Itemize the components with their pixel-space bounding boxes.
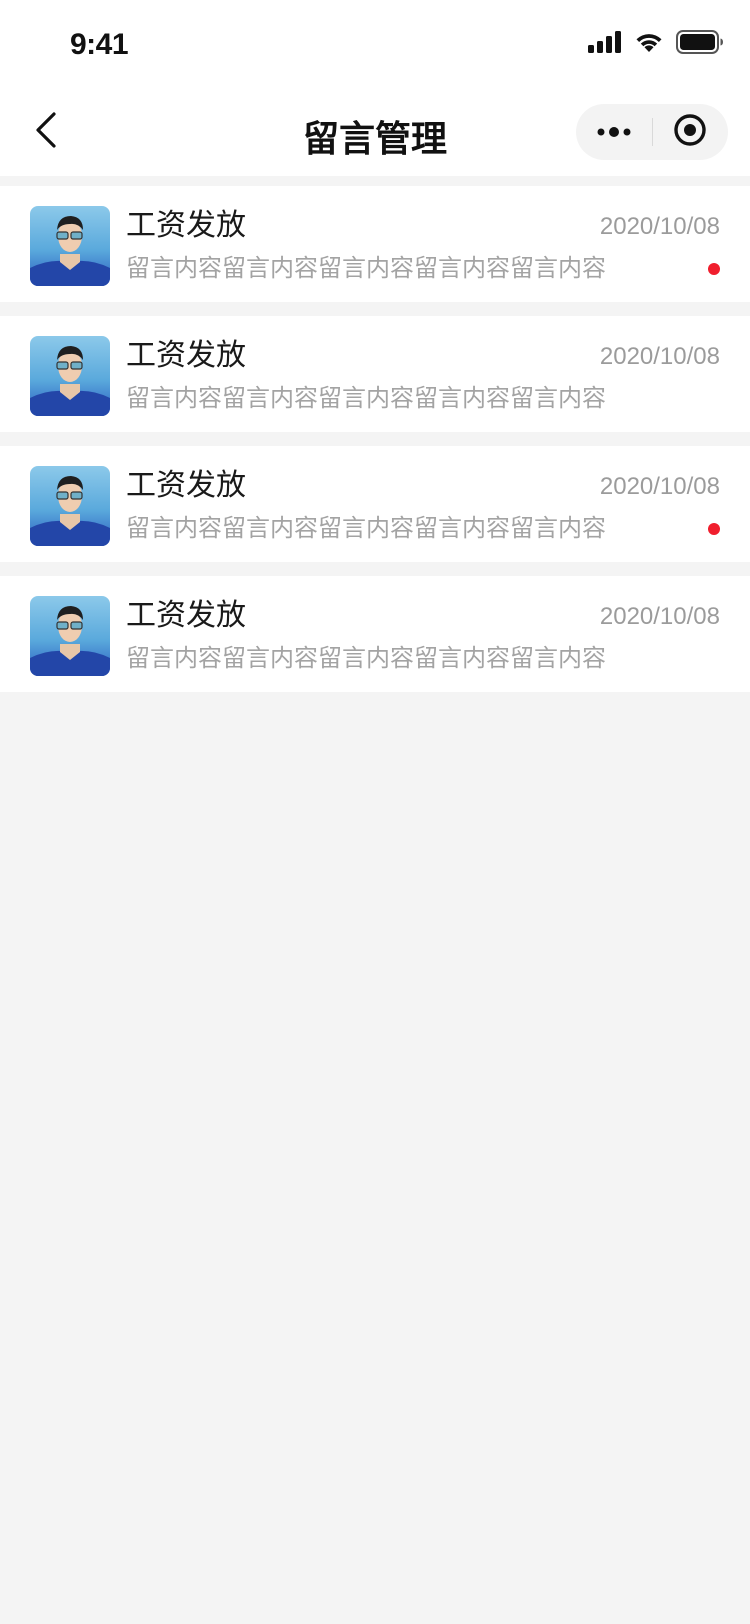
mini-program-capsule (576, 104, 728, 160)
list-item[interactable]: 工资发放 2020/10/08 留言内容留言内容留言内容留言内容留言内容 (0, 446, 750, 562)
page: 9:41 留言管理 工资发放 2020/10/08 留言内容留言内容留言内容留言… (0, 0, 750, 1624)
message-preview: 留言内容留言内容留言内容留言内容留言内容 (126, 254, 606, 282)
wifi-icon (634, 31, 664, 57)
avatar (30, 336, 110, 416)
message-title: 工资发放 (126, 598, 246, 633)
message-preview: 留言内容留言内容留言内容留言内容留言内容 (126, 644, 606, 672)
message-title: 工资发放 (126, 338, 246, 373)
avatar (30, 206, 110, 286)
message-date: 2020/10/08 (599, 603, 720, 630)
message-title: 工资发放 (126, 208, 246, 243)
avatar (30, 596, 110, 676)
message-date: 2020/10/08 (599, 343, 720, 370)
list-item[interactable]: 工资发放 2020/10/08 留言内容留言内容留言内容留言内容留言内容 (0, 576, 750, 692)
message-list: 工资发放 2020/10/08 留言内容留言内容留言内容留言内容留言内容 工资发… (0, 186, 750, 706)
list-item[interactable]: 工资发放 2020/10/08 留言内容留言内容留言内容留言内容留言内容 (0, 316, 750, 432)
message-date: 2020/10/08 (599, 213, 720, 240)
unread-dot (708, 263, 720, 275)
message-preview: 留言内容留言内容留言内容留言内容留言内容 (126, 514, 606, 542)
status-bar: 9:41 (0, 0, 750, 88)
message-date: 2020/10/08 (599, 473, 720, 500)
avatar (30, 466, 110, 546)
close-program-button[interactable] (653, 104, 729, 160)
battery-icon (676, 30, 724, 58)
more-dots-icon (596, 123, 632, 142)
status-icons (588, 30, 724, 58)
list-item[interactable]: 工资发放 2020/10/08 留言内容留言内容留言内容留言内容留言内容 (0, 186, 750, 302)
nav-bar: 留言管理 (0, 88, 750, 176)
more-button[interactable] (576, 104, 652, 160)
target-circle-icon (673, 113, 707, 151)
unread-dot (708, 523, 720, 535)
message-preview: 留言内容留言内容留言内容留言内容留言内容 (126, 384, 606, 412)
message-title: 工资发放 (126, 468, 246, 503)
signal-icon (588, 31, 622, 57)
status-time: 9:41 (70, 28, 129, 61)
